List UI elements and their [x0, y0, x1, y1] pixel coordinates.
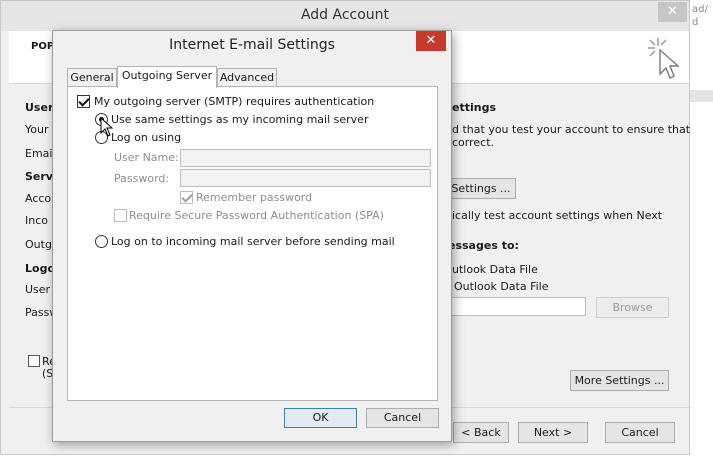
background-window-fragment: ad/ d: [690, 0, 713, 462]
wizard-cursor-icon: [648, 38, 680, 79]
user-name-field-label: User Name:: [114, 151, 179, 164]
outgoing-server-label: Outg: [25, 238, 52, 251]
smtp-auth-label: My outgoing server (SMTP) requires authe…: [94, 95, 375, 108]
outgoing-server-panel: My outgoing server (SMTP) requires authe…: [67, 86, 438, 401]
background-text-fragment: ad/: [692, 4, 708, 15]
test-description-line: correct.: [452, 136, 495, 149]
deliver-heading: essages to:: [448, 239, 519, 252]
add-account-title: Add Account: [300, 7, 390, 23]
remember-password-label: Remember password: [196, 191, 313, 204]
test-account-settings-button[interactable]: Settings ...: [446, 178, 516, 199]
use-same-settings-label: Use same settings as my incoming mail se…: [111, 113, 369, 126]
dialog-title: Internet E-mail Settings: [169, 37, 335, 53]
background-strip: [690, 90, 713, 102]
header-label: POP: [31, 41, 55, 52]
test-settings-heading: ettings: [452, 101, 496, 114]
dialog-cancel-button[interactable]: Cancel: [366, 408, 439, 428]
internet-email-settings-dialog: Internet E-mail Settings ✕ General Outgo…: [52, 30, 452, 442]
user-name-input[interactable]: [180, 149, 431, 167]
more-settings-button[interactable]: More Settings ...: [570, 370, 669, 391]
back-button[interactable]: < Back: [453, 422, 509, 443]
password-field-label: Password:: [114, 172, 170, 185]
password-input[interactable]: [180, 169, 431, 187]
data-file-path-field[interactable]: [439, 297, 586, 316]
auto-test-label: ically test account settings when Next: [452, 209, 663, 222]
email-label: Email: [25, 147, 56, 160]
logon-before-sending-radio[interactable]: [95, 235, 108, 248]
close-icon: ✕: [425, 33, 437, 48]
browse-button[interactable]: Browse: [596, 297, 669, 318]
tab-outgoing-server[interactable]: Outgoing Server: [117, 66, 217, 88]
your-name-label: Your: [25, 123, 49, 136]
add-account-close-button[interactable]: ✕: [658, 2, 687, 22]
logon-info-heading: Logo: [25, 262, 55, 275]
new-data-file-option: utlook Data File: [452, 263, 538, 276]
smtp-auth-checkbox[interactable]: [77, 95, 90, 108]
background-text-fragment: d: [692, 17, 699, 28]
tab-advanced[interactable]: Advanced: [217, 68, 277, 87]
add-account-titlebar: Add Account ✕: [1, 1, 689, 31]
next-button[interactable]: Next >: [518, 422, 588, 443]
existing-data-file-option: Outlook Data File: [454, 280, 549, 293]
user-info-heading: User: [25, 101, 54, 114]
close-icon: ✕: [667, 4, 678, 19]
remember-password-checkbox[interactable]: [28, 355, 40, 367]
cancel-button[interactable]: Cancel: [605, 422, 675, 443]
mouse-pointer-icon: [100, 117, 114, 137]
spa-label: Require Secure Password Authentication (…: [129, 209, 384, 222]
logon-using-label: Log on using: [111, 131, 182, 144]
account-type-label: Acco: [25, 192, 52, 205]
test-description-line: d that you test your account to ensure t…: [452, 123, 691, 136]
logon-before-sending-label: Log on to incoming mail server before se…: [111, 235, 395, 248]
user-name-label: User: [25, 283, 51, 296]
remember-password-checkbox[interactable]: [180, 191, 193, 204]
dialog-close-button[interactable]: ✕: [416, 31, 446, 51]
spa-checkbox[interactable]: [114, 209, 127, 222]
incoming-server-label: Inco: [25, 214, 48, 227]
ok-button[interactable]: OK: [284, 408, 357, 428]
tab-general[interactable]: General: [67, 68, 117, 87]
